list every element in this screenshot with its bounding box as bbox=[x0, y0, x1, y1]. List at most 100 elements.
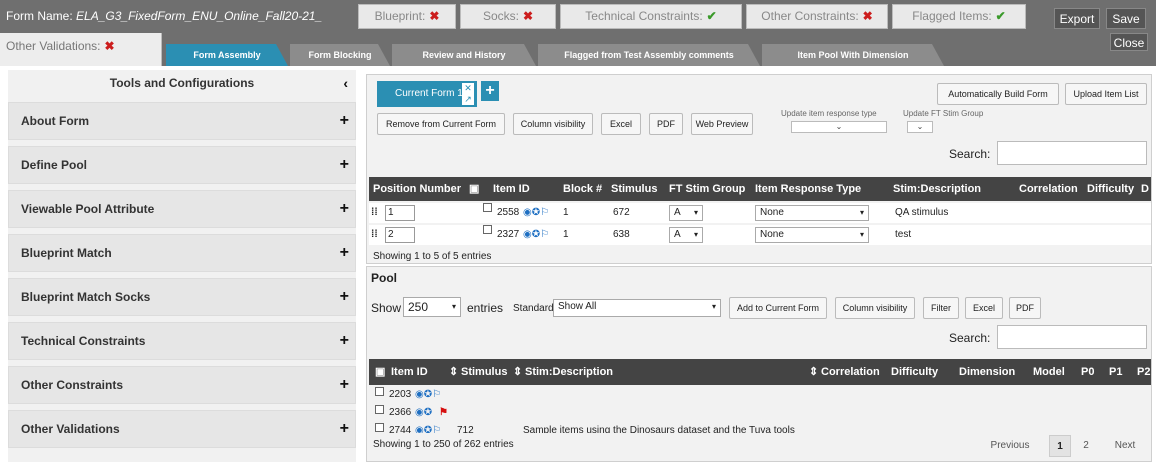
upload-item-list-button[interactable]: Upload Item List bbox=[1065, 83, 1147, 105]
save-button[interactable]: Save bbox=[1106, 8, 1146, 29]
standard-select[interactable]: Show All ▾ bbox=[553, 299, 721, 317]
tab-socks-status[interactable]: Socks: ✖ bbox=[460, 4, 556, 29]
pdf-button[interactable]: PDF bbox=[649, 113, 683, 135]
update-response-select[interactable]: ⌄ bbox=[791, 121, 887, 133]
export-button[interactable]: Export bbox=[1054, 8, 1100, 29]
pager-previous[interactable]: Previous bbox=[985, 435, 1035, 457]
remove-from-form-button[interactable]: Remove from Current Form bbox=[377, 113, 505, 135]
column-header[interactable]: Correlation bbox=[821, 359, 880, 385]
response-type-select[interactable]: None ▾ bbox=[755, 227, 869, 243]
response-type-select[interactable]: None ▾ bbox=[755, 205, 869, 221]
column-header[interactable]: Stimulus bbox=[611, 177, 657, 201]
sidebar-item-technical-constraints[interactable]: Technical Constraints + bbox=[8, 322, 356, 360]
column-visibility-button[interactable]: Column visibility bbox=[513, 113, 593, 135]
column-header[interactable]: Block # bbox=[563, 177, 602, 201]
column-header[interactable]: Difficulty bbox=[1087, 177, 1134, 201]
drag-handle-icon[interactable]: ⁞⁞ bbox=[371, 225, 378, 245]
item-id[interactable]: 2327 bbox=[497, 225, 519, 245]
preview-icons[interactable]: ◉✪⚐ bbox=[523, 225, 549, 245]
preview-icons[interactable]: ◉✪⚐ bbox=[415, 423, 441, 433]
ft-stim-group-select[interactable]: A ▾ bbox=[669, 205, 703, 221]
filter-button[interactable]: Filter bbox=[923, 297, 959, 319]
column-header[interactable]: Model bbox=[1033, 359, 1065, 385]
column-header[interactable]: Difficulty bbox=[891, 359, 938, 385]
column-header[interactable]: Stim:Description bbox=[893, 177, 981, 201]
tab-other-constraints-status[interactable]: Other Constraints: ✖ bbox=[746, 4, 888, 29]
preview-icons[interactable]: ◉✪⚐ bbox=[415, 387, 441, 403]
pool-excel-button[interactable]: Excel bbox=[965, 297, 1003, 319]
sidebar-item-blueprint-match[interactable]: Blueprint Match + bbox=[8, 234, 356, 272]
pager-next[interactable]: Next bbox=[1107, 435, 1143, 457]
preview-icons[interactable]: ◉✪ bbox=[415, 405, 432, 421]
plus-icon[interactable]: + bbox=[340, 147, 349, 183]
tab-other-validations-status[interactable]: Other Validations: ✖ bbox=[0, 33, 162, 66]
chevron-left-icon[interactable]: ‹ bbox=[343, 70, 348, 96]
excel-button[interactable]: Excel bbox=[601, 113, 641, 135]
stim-description: Sample items using the Dinosaurs dataset… bbox=[523, 425, 795, 433]
tab-flagged-comments[interactable]: Flagged from Test Assembly comments bbox=[538, 44, 760, 66]
plus-icon[interactable]: + bbox=[340, 191, 349, 227]
column-header[interactable]: D bbox=[1141, 177, 1149, 201]
page-size-select[interactable]: 250 ▾ bbox=[403, 297, 461, 317]
select-all-checkbox[interactable]: ▣ bbox=[469, 177, 479, 201]
sidebar-item-about-form[interactable]: About Form + bbox=[8, 102, 356, 140]
column-header[interactable]: Stim:Description bbox=[525, 359, 613, 385]
item-id[interactable]: 2744 bbox=[389, 423, 411, 433]
tab-form-assembly[interactable]: Form Assembly bbox=[166, 44, 288, 66]
update-stim-group-select[interactable]: ⌄ bbox=[907, 121, 933, 133]
item-id[interactable]: 2558 bbox=[497, 203, 519, 223]
pool-column-visibility-button[interactable]: Column visibility bbox=[835, 297, 915, 319]
column-header[interactable]: Correlation bbox=[1019, 177, 1078, 201]
column-header[interactable]: Stimulus bbox=[461, 359, 507, 385]
ft-stim-group-select[interactable]: A ▾ bbox=[669, 227, 703, 243]
sidebar-item-blueprint-match-socks[interactable]: Blueprint Match Socks + bbox=[8, 278, 356, 316]
position-input[interactable]: 1 bbox=[385, 205, 415, 221]
pool-pdf-button[interactable]: PDF bbox=[1009, 297, 1041, 319]
pool-search-input[interactable] bbox=[997, 325, 1147, 349]
column-header[interactable]: Position Number bbox=[373, 177, 461, 201]
sidebar-item-other-validations[interactable]: Other Validations + bbox=[8, 410, 356, 448]
position-input[interactable]: 2 bbox=[385, 227, 415, 243]
item-id[interactable]: 2366 bbox=[389, 405, 411, 421]
column-header[interactable]: Item ID bbox=[391, 359, 428, 385]
plus-icon[interactable]: + bbox=[340, 279, 349, 315]
drag-handle-icon[interactable]: ⁞⁞ bbox=[371, 203, 378, 223]
auto-build-form-button[interactable]: Automatically Build Form bbox=[937, 83, 1059, 105]
tab-form-blocking[interactable]: Form Blocking bbox=[290, 44, 390, 66]
column-header[interactable]: FT Stim Group bbox=[669, 177, 745, 201]
column-header[interactable]: Item ID bbox=[493, 177, 530, 201]
pager-page-2[interactable]: 2 bbox=[1075, 435, 1097, 457]
plus-icon[interactable]: + bbox=[340, 367, 349, 403]
block-number: 1 bbox=[563, 229, 569, 240]
plus-icon[interactable]: + bbox=[340, 235, 349, 271]
sidebar-item-define-pool[interactable]: Define Pool + bbox=[8, 146, 356, 184]
close-button[interactable]: Close bbox=[1110, 33, 1148, 51]
column-header[interactable]: Dimension bbox=[959, 359, 1015, 385]
form-table-info: Showing 1 to 5 of 5 entries bbox=[373, 251, 492, 262]
web-preview-button[interactable]: Web Preview bbox=[691, 113, 753, 135]
plus-icon[interactable]: + bbox=[340, 323, 349, 359]
tab-item-pool-dimension[interactable]: Item Pool With Dimension bbox=[762, 44, 944, 66]
form-search-input[interactable] bbox=[997, 141, 1147, 165]
tab-technical-constraints-status[interactable]: Technical Constraints: ✔ bbox=[560, 4, 742, 29]
close-tab-icon[interactable]: ✕ ↗ bbox=[462, 83, 474, 105]
preview-icons[interactable]: ◉✪⚐ bbox=[523, 203, 549, 223]
tab-blueprint-status[interactable]: Blueprint: ✖ bbox=[358, 4, 456, 29]
tab-flagged-items-status[interactable]: Flagged Items: ✔ bbox=[892, 4, 1026, 29]
select-all-checkbox[interactable]: ▣ bbox=[375, 359, 385, 385]
sidebar-item-other-constraints[interactable]: Other Constraints + bbox=[8, 366, 356, 404]
column-header[interactable]: Item Response Type bbox=[755, 177, 861, 201]
socks-status-label: Socks: bbox=[482, 9, 519, 23]
plus-icon[interactable]: + bbox=[340, 411, 349, 447]
column-header[interactable]: P1 bbox=[1109, 359, 1122, 385]
item-id[interactable]: 2203 bbox=[389, 387, 411, 403]
tab-review-history[interactable]: Review and History bbox=[392, 44, 536, 66]
red-flag-icon[interactable]: ⚑ bbox=[439, 405, 448, 421]
column-header[interactable]: P0 bbox=[1081, 359, 1094, 385]
plus-icon[interactable]: + bbox=[340, 103, 349, 139]
add-to-form-button[interactable]: Add to Current Form bbox=[729, 297, 827, 319]
sidebar-item-viewable-pool-attribute[interactable]: Viewable Pool Attribute + bbox=[8, 190, 356, 228]
pager-page-1[interactable]: 1 bbox=[1049, 435, 1071, 457]
column-header[interactable]: P2 bbox=[1137, 359, 1150, 385]
add-form-button[interactable]: + bbox=[481, 81, 499, 101]
